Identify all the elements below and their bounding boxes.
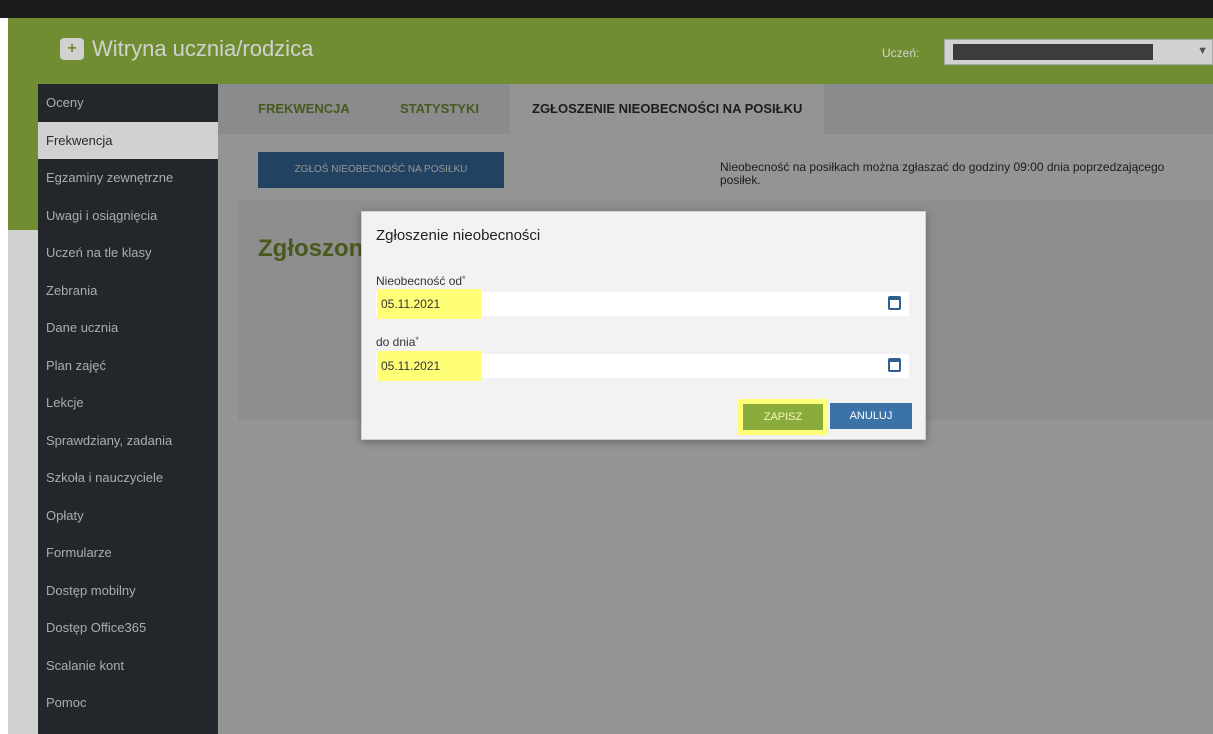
from-date-label: Nieobecność od* [376, 274, 466, 288]
to-date-field[interactable]: 05.11.2021 [376, 351, 909, 381]
calendar-icon[interactable] [888, 296, 901, 310]
from-date-field[interactable]: 05.11.2021 [376, 289, 909, 319]
left-edge [0, 18, 8, 734]
to-date-value[interactable]: 05.11.2021 [377, 351, 481, 381]
from-date-value[interactable]: 05.11.2021 [377, 289, 481, 319]
dialog-title: Zgłoszenie nieobecności [376, 227, 541, 244]
app-root: + Witryna ucznia/rodzica Uczeń: ▼ Oceny F… [0, 0, 1213, 734]
absence-dialog: Zgłoszenie nieobecności Nieobecność od* … [361, 211, 926, 440]
to-date-label: do dnia* [376, 335, 419, 349]
modal-backdrop-header [8, 18, 1213, 84]
modal-backdrop-sidebar [8, 84, 218, 734]
calendar-icon[interactable] [888, 358, 901, 372]
window-top-bar [0, 0, 1213, 18]
cancel-button[interactable]: ANULUJ [830, 403, 912, 429]
save-button[interactable]: ZAPISZ [738, 399, 828, 435]
